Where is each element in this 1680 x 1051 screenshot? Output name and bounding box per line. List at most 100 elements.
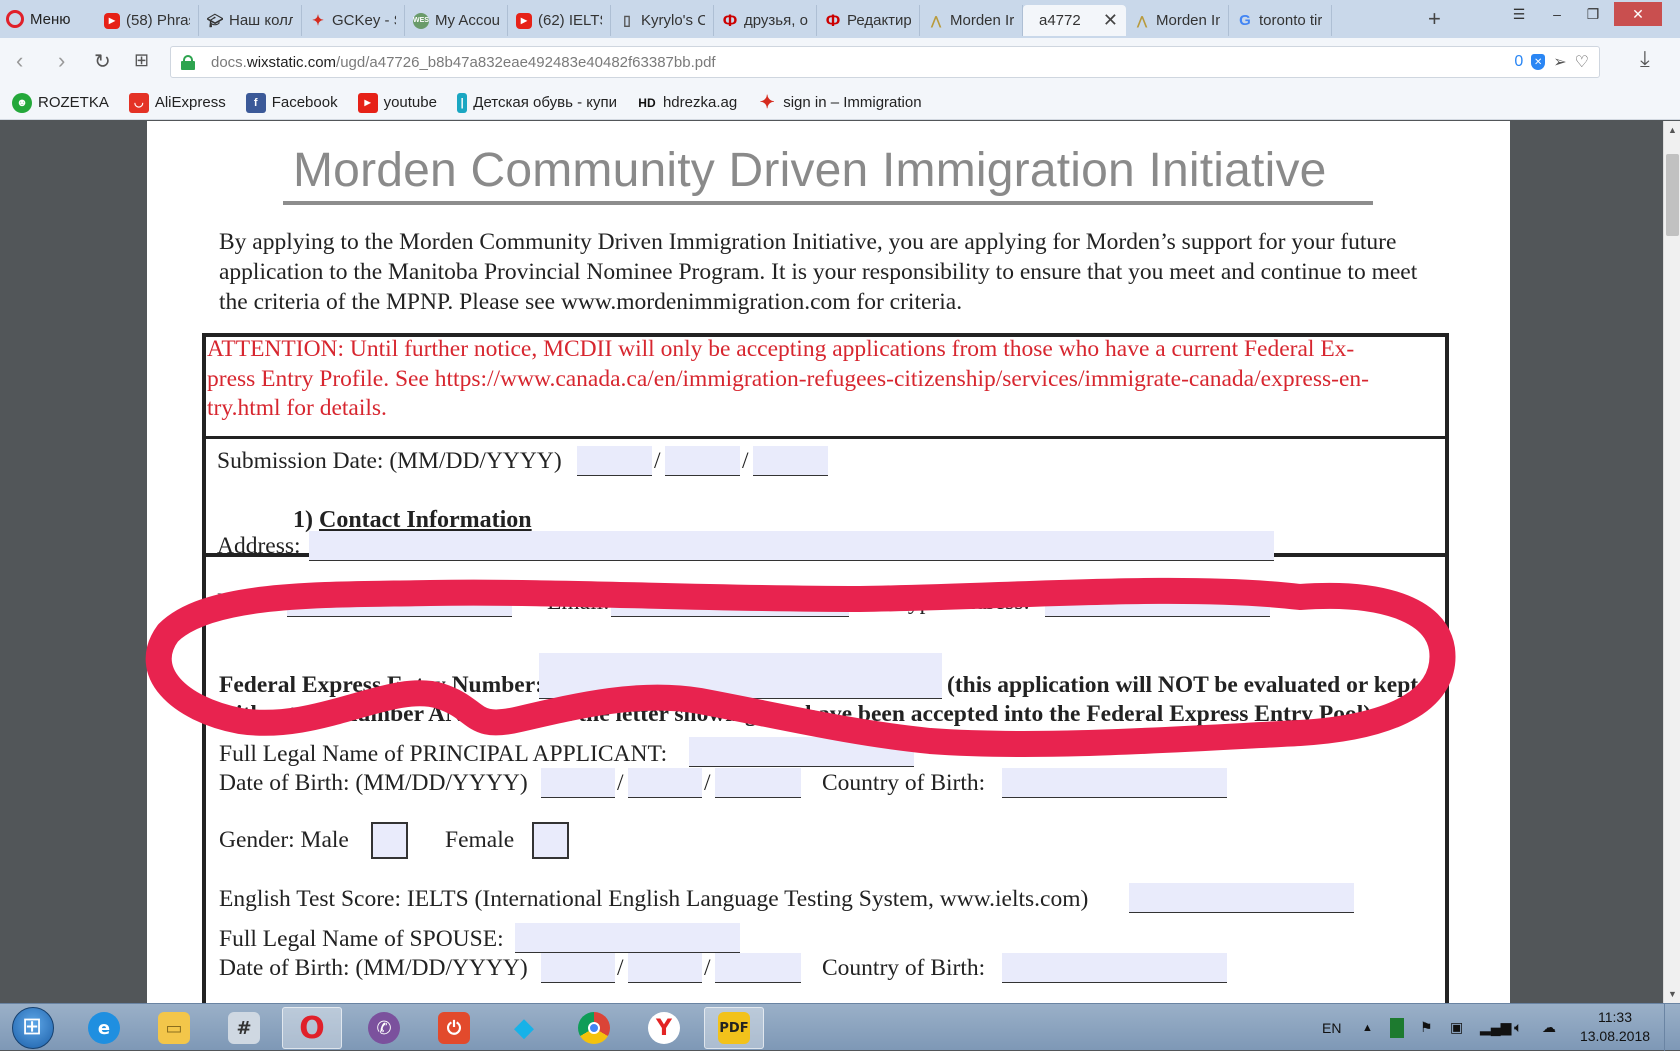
secure-lock-icon	[181, 55, 195, 70]
ad-block-shield-icon[interactable]: ✕	[1531, 54, 1546, 70]
action-center-flag-icon[interactable]: ⚑	[1420, 1004, 1433, 1051]
graduation-cap-icon: 🎓︎	[206, 12, 224, 28]
yandex-icon: Ф	[722, 10, 738, 30]
tab-wes-account[interactable]: WES My Accou	[405, 5, 508, 36]
google-icon: G	[1239, 12, 1251, 29]
speed-dial-grid-icon[interactable]: ⊞	[134, 50, 149, 71]
taskbar-calculator[interactable]: #	[214, 1007, 274, 1049]
yandex-browser-icon: Y	[648, 1012, 680, 1044]
bookmark-heart-icon[interactable]: ♡	[1575, 52, 1589, 72]
tab-label: Наш колл	[229, 12, 293, 29]
tab-label: a4772	[1039, 12, 1081, 29]
taskbar-chrome[interactable]	[564, 1007, 624, 1049]
tab-label: Редактир	[847, 12, 911, 29]
bookmark-aliexpress[interactable]: ◡ AliExpress	[128, 92, 226, 113]
send-arrow-icon[interactable]: ➢	[1553, 52, 1566, 72]
minimize-icon[interactable]: –	[1540, 2, 1574, 26]
forward-arrow-icon[interactable]: ›	[58, 48, 65, 74]
bookmark-label: sign in – Immigration	[783, 94, 922, 111]
vertical-scrollbar[interactable]: ▲ ▼	[1663, 121, 1680, 1003]
taskbar-kodi[interactable]: ◆	[494, 1007, 554, 1049]
facebook-icon: f	[245, 92, 266, 113]
youtube-icon: ▶	[357, 92, 378, 113]
network-signal-icon[interactable]: ▂▄▆	[1480, 1004, 1511, 1051]
tab-college[interactable]: 🎓︎ Наш колл	[199, 5, 302, 36]
bookmark-hdrezka[interactable]: HD hdrezka.ag	[637, 93, 737, 113]
bookmark-rozetka[interactable]: ☻ ROZETKA	[12, 92, 109, 113]
volume-icon[interactable]: 🔈︎	[1514, 1004, 1522, 1051]
bookmark-label: youtube	[383, 94, 437, 111]
tab-kyrylo-doc[interactable]: ▯ Kyrylo's C	[611, 5, 714, 36]
morden-icon: ⋀	[1137, 13, 1147, 28]
bookmark-label: hdrezka.ag	[662, 94, 738, 111]
close-tab-icon[interactable]: ✕	[1103, 10, 1118, 31]
show-hidden-icons-icon[interactable]: ▲	[1362, 1004, 1373, 1051]
cloud-upload-icon[interactable]: ☁	[1542, 1004, 1556, 1051]
back-arrow-icon[interactable]: ‹	[16, 48, 23, 74]
tab-youtube-phrasal[interactable]: ▶ (58) Phras	[96, 5, 199, 36]
bookmark-youtube[interactable]: ▶ youtube	[357, 92, 437, 113]
tab-label: Morden Ir	[950, 12, 1014, 29]
tab-label: (62) IELTS	[538, 12, 602, 29]
kids-shoes-icon: |	[456, 92, 468, 113]
tab-menu-icon[interactable]: ☰	[1502, 2, 1536, 26]
tab-active-pdf[interactable]: a4772 ✕	[1023, 5, 1126, 36]
taskbar-pdf-reader[interactable]: PDF	[704, 1007, 764, 1049]
bookmark-kids-shoes[interactable]: | Детская обувь - купи	[456, 92, 617, 113]
removable-device-icon[interactable]: ▣	[1450, 1004, 1463, 1051]
maximize-icon[interactable]: ❐	[1576, 2, 1610, 26]
taskbar-file-explorer[interactable]: ▭	[144, 1007, 204, 1049]
kodi-icon: ◆	[514, 1013, 534, 1043]
taskbar-shutdown-app[interactable]: ⏻	[424, 1007, 484, 1049]
pdf-reader-icon: PDF	[718, 1012, 750, 1044]
hd-icon: HD	[638, 95, 656, 110]
url-host: docs.wixstatic.com	[211, 53, 337, 71]
tab-gckey[interactable]: ✦ GCKey - S	[302, 5, 405, 36]
new-tab-plus-icon[interactable]: +	[1428, 6, 1441, 32]
tab-label: (58) Phras	[126, 12, 190, 29]
maple-leaf-icon: ✦	[759, 92, 775, 113]
system-clock[interactable]: 11:33 13.08.2018	[1570, 1008, 1660, 1046]
window-close-icon[interactable]: ✕	[1614, 2, 1662, 26]
tab-morden-1[interactable]: ⋀ Morden Ir	[920, 5, 1023, 36]
internet-explorer-icon: e	[88, 1012, 120, 1044]
tray-app-icon[interactable]	[1390, 1004, 1404, 1051]
taskbar-opera[interactable]: O	[282, 1007, 342, 1049]
bookmark-facebook[interactable]: f Facebook	[245, 92, 338, 113]
tab-label: GCKey - S	[332, 12, 396, 29]
tab-strip: Меню ▶ (58) Phras 🎓︎ Наш колл ✦ GCKey - …	[0, 0, 1680, 38]
url-domain: wixstatic.com	[246, 53, 337, 71]
tab-morden-2[interactable]: ⋀ Morden In	[1126, 5, 1229, 36]
scroll-down-arrow-icon[interactable]: ▼	[1668, 989, 1677, 999]
reload-icon[interactable]: ↻	[94, 49, 111, 74]
opera-logo-icon	[6, 10, 24, 28]
clock-date: 13.08.2018	[1579, 1028, 1651, 1044]
show-desktop-button[interactable]	[1664, 1004, 1680, 1051]
tab-label: Kyrylo's C	[641, 12, 705, 29]
document-icon: ▯	[623, 12, 631, 28]
morden-icon: ⋀	[931, 13, 941, 28]
bookmark-label: Facebook	[271, 94, 338, 111]
tab-yandex-friends[interactable]: Ф друзья, он	[714, 5, 817, 36]
tab-yandex-editor[interactable]: Ф Редактир	[817, 5, 920, 36]
download-icon[interactable]: ⤓	[1640, 46, 1650, 72]
bookmark-immigration-signin[interactable]: ✦ sign in – Immigration	[757, 93, 925, 113]
viber-icon: ✆	[368, 1012, 400, 1044]
taskbar-yandex-browser[interactable]: Y	[634, 1007, 694, 1049]
tab-label: toronto tir	[1259, 12, 1323, 29]
taskbar-viber[interactable]: ✆	[354, 1007, 414, 1049]
tab-google-toronto[interactable]: G toronto tir	[1229, 5, 1332, 36]
address-field[interactable]: docs.wixstatic.com/ugd/a47726_b8b47a832e…	[170, 46, 1600, 78]
menu-label: Меню	[30, 10, 71, 28]
pdf-viewport: Morden Community Driven Immigration Init…	[0, 121, 1665, 1003]
windows-taskbar: e ▭ # O ✆ ⏻ ◆ Y PDF EN ▲ ⚑ ▣ ▂▄▆ 🔈︎ ☁ 11…	[0, 1003, 1680, 1051]
bookmark-label: Детская обувь - купи	[473, 94, 617, 111]
taskbar-internet-explorer[interactable]: e	[74, 1007, 134, 1049]
tab-youtube-ielts[interactable]: ▶ (62) IELTS	[508, 5, 611, 36]
language-indicator[interactable]: EN	[1322, 1004, 1341, 1051]
opera-menu-button[interactable]: Меню	[6, 5, 71, 33]
rozetka-icon: ☻	[12, 92, 32, 113]
scrollbar-thumb[interactable]	[1666, 154, 1679, 236]
start-button[interactable]	[12, 1007, 54, 1049]
scroll-up-arrow-icon[interactable]: ▲	[1668, 125, 1677, 135]
